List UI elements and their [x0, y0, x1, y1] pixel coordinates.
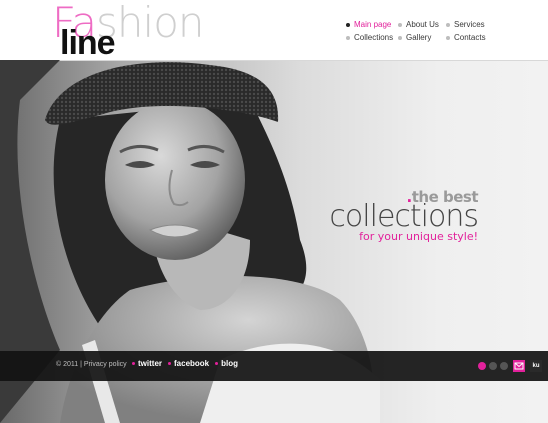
site-header: Fashion line Main page About Us Services…	[0, 0, 548, 60]
nav-item-gallery[interactable]: Gallery	[398, 33, 446, 42]
bullet-icon	[215, 362, 219, 365]
nav-item-services[interactable]: Services	[446, 20, 506, 29]
bullet-icon	[346, 22, 350, 27]
tagline-collections: collections	[329, 199, 479, 234]
bullet-icon	[168, 362, 171, 365]
nav-item-label: Main page	[354, 20, 392, 29]
bullet-icon	[132, 362, 135, 365]
nav-item-collections[interactable]: Collections	[346, 33, 398, 42]
nav-item-main-page[interactable]: Main page	[346, 20, 398, 29]
bullet-icon	[398, 22, 402, 27]
nav-item-label: Collections	[354, 33, 394, 42]
main-nav: Main page About Us Services Collections …	[346, 20, 526, 42]
nav-item-label: Contacts	[454, 33, 486, 42]
bullet-icon	[346, 35, 350, 40]
tagline-unique-style: for your unique style!	[359, 230, 478, 243]
slider-dot[interactable]	[500, 362, 508, 370]
copyright-text[interactable]: © 2011 | Privacy policy	[56, 361, 127, 368]
bullet-icon	[446, 22, 450, 27]
logo-line[interactable]: line	[60, 26, 116, 60]
slider-dot[interactable]	[489, 362, 497, 370]
nav-item-about-us[interactable]: About Us	[398, 20, 446, 29]
social-link-blog[interactable]: blog	[215, 359, 238, 368]
nav-item-label: Services	[454, 20, 485, 29]
social-link-label: facebook	[174, 359, 210, 368]
social-link-label: blog	[221, 359, 239, 368]
nav-item-label: About Us	[406, 20, 439, 29]
slider-dot[interactable]	[478, 362, 486, 370]
nav-item-contacts[interactable]: Contacts	[446, 33, 506, 42]
language-button[interactable]: ku	[530, 360, 542, 372]
bullet-icon	[398, 35, 402, 40]
social-links: twitter facebook blog	[132, 359, 238, 368]
nav-item-label: Gallery	[406, 33, 432, 42]
footer-bar: © 2011 | Privacy policy twitter facebook…	[0, 351, 548, 381]
social-link-facebook[interactable]: facebook	[168, 359, 209, 368]
envelope-icon[interactable]	[513, 360, 525, 372]
social-link-twitter[interactable]: twitter	[132, 359, 162, 368]
social-link-label: twitter	[138, 359, 162, 368]
bullet-icon	[446, 35, 450, 40]
slider-pagination	[478, 362, 508, 370]
